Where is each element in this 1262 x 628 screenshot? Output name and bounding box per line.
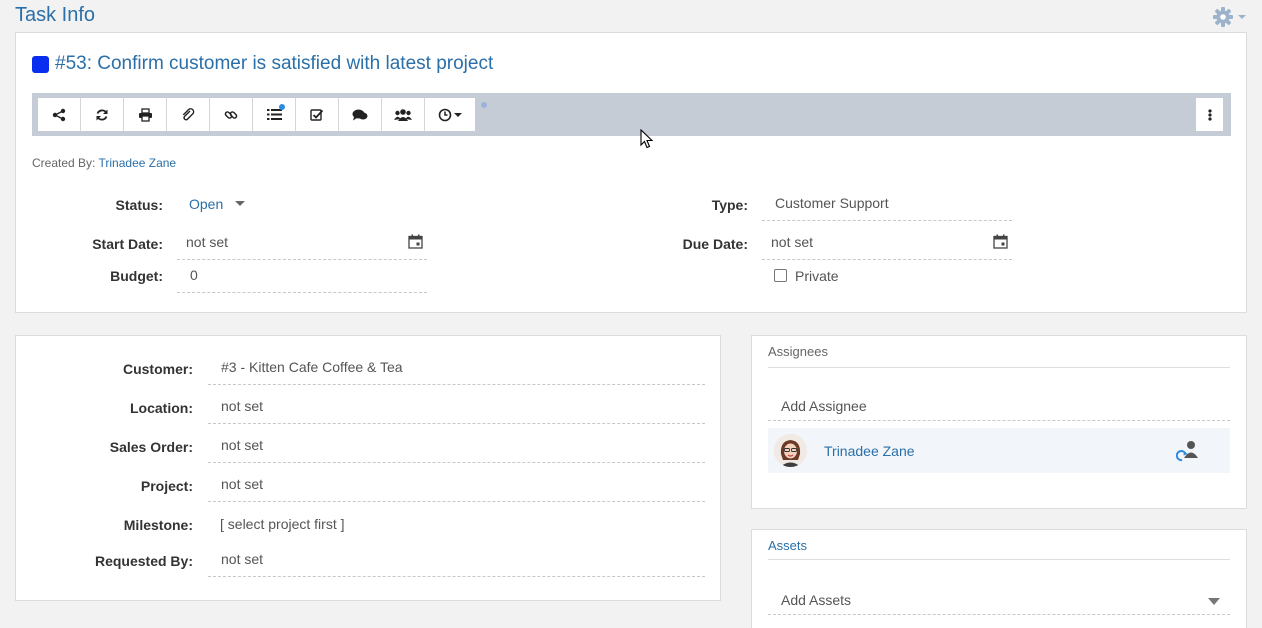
tasks-button[interactable] [296,98,339,131]
chevron-down-icon [1238,15,1246,19]
link-icon [224,110,238,119]
caret-down-icon [235,201,246,206]
start-date-label: Start Date: [92,236,163,252]
milestone-label: Milestone: [123,517,193,533]
more-options-button[interactable] [1196,98,1223,131]
start-date-value: not set [186,234,229,250]
status-value: Open [189,195,224,212]
project-field[interactable]: not set [208,467,705,502]
location-value: not set [221,398,264,414]
assets-heading[interactable]: Assets [768,538,807,553]
private-label: Private [795,267,839,284]
divider [768,559,1230,560]
print-icon [138,107,152,122]
budget-label: Budget: [110,268,163,284]
sales-order-label: Sales Order: [109,439,193,455]
due-date-label: Due Date: [682,236,748,252]
location-field[interactable]: not set [208,389,705,424]
calendar-icon[interactable] [408,234,423,249]
loading-dot [481,102,487,108]
type-value: Customer Support [775,195,889,211]
start-date-field[interactable]: not set [177,225,427,260]
customer-field[interactable]: #3 - Kitten Cafe Coffee & Tea [208,350,705,385]
type-label: Type: [711,197,748,213]
group-icon [394,108,412,121]
private-toggle[interactable]: Private [765,258,965,293]
assignees-heading: Assignees [768,344,828,359]
task-color-swatch[interactable] [32,55,49,73]
team-button[interactable] [382,98,425,131]
page-title: Task Info [15,4,96,26]
add-assignee-input[interactable]: Add Assignee [768,391,1230,421]
avatar [774,434,807,467]
created-by-label: Created By: [32,156,96,170]
budget-value: 0 [190,267,198,283]
due-date-value: not set [771,234,814,250]
type-field[interactable]: Customer Support [762,186,1012,221]
attach-button[interactable] [167,98,210,131]
add-assets-placeholder: Add Assets [781,591,852,608]
task-info-panel: #53: Confirm customer is satisfied with … [15,32,1247,313]
milestone-value: [ select project first ] [220,515,345,532]
clock-icon [438,108,452,121]
task-heading: #53: Confirm customer is satisfied with … [32,53,493,75]
customer-value: #3 - Kitten Cafe Coffee & Tea [221,359,403,375]
requested-by-value: not set [221,551,264,567]
chevron-down-icon [1208,598,1220,605]
comments-button[interactable] [339,98,382,131]
mouse-cursor-icon [640,129,654,149]
list-icon [266,109,282,120]
vertical-dots-icon [1207,108,1212,121]
private-checkbox[interactable] [774,269,787,282]
status-dropdown[interactable]: Open [180,186,300,221]
share-button[interactable] [38,98,81,131]
customer-label: Customer: [122,361,193,377]
calendar-icon[interactable] [993,234,1008,249]
divider [768,367,1230,368]
gear-icon [1213,7,1233,27]
chevron-down-icon [454,112,462,117]
created-by-user-link[interactable]: Trinadee Zane [99,156,177,170]
requested-by-field[interactable]: not set [208,542,705,577]
checkbox-icon [310,108,324,121]
reassign-user-icon[interactable] [1176,440,1200,462]
assignee-name[interactable]: Trinadee Zane [824,443,915,459]
assignees-panel: Assignees Add Assignee Trinadee Zane [751,335,1247,509]
notification-dot [279,104,285,110]
task-toolbar [32,93,1231,149]
link-button[interactable] [210,98,253,131]
sales-order-field[interactable]: not set [208,428,705,463]
paperclip-icon [182,107,195,120]
assignee-item[interactable]: Trinadee Zane [768,428,1230,473]
checklist-button[interactable] [253,98,296,131]
requested-by-label: Requested By: [94,553,193,569]
assets-panel: Assets Add Assets [751,529,1247,628]
add-assignee-placeholder: Add Assignee [781,397,867,414]
refresh-button[interactable] [81,98,124,131]
task-title[interactable]: #53: Confirm customer is satisfied with … [55,53,493,75]
print-button[interactable] [124,98,167,131]
toolbar-button-group [38,98,475,131]
task-details-panel: Customer: #3 - Kitten Cafe Coffee & Tea … [15,335,721,601]
created-by: Created By: Trinadee Zane [32,156,176,170]
add-assets-select[interactable]: Add Assets [768,585,1230,615]
project-value: not set [221,476,264,492]
budget-field[interactable]: 0 [177,258,427,293]
due-date-field[interactable]: not set [762,225,1012,260]
share-icon [52,108,66,121]
refresh-icon [96,109,108,120]
comments-icon [352,109,368,120]
time-dropdown-button[interactable] [425,98,475,131]
sales-order-value: not set [221,437,264,453]
project-label: Project: [140,478,193,494]
status-label: Status: [115,197,163,213]
milestone-field[interactable]: [ select project first ] [208,506,705,541]
location-label: Location: [130,400,193,416]
settings-gear-button[interactable] [1212,6,1248,28]
